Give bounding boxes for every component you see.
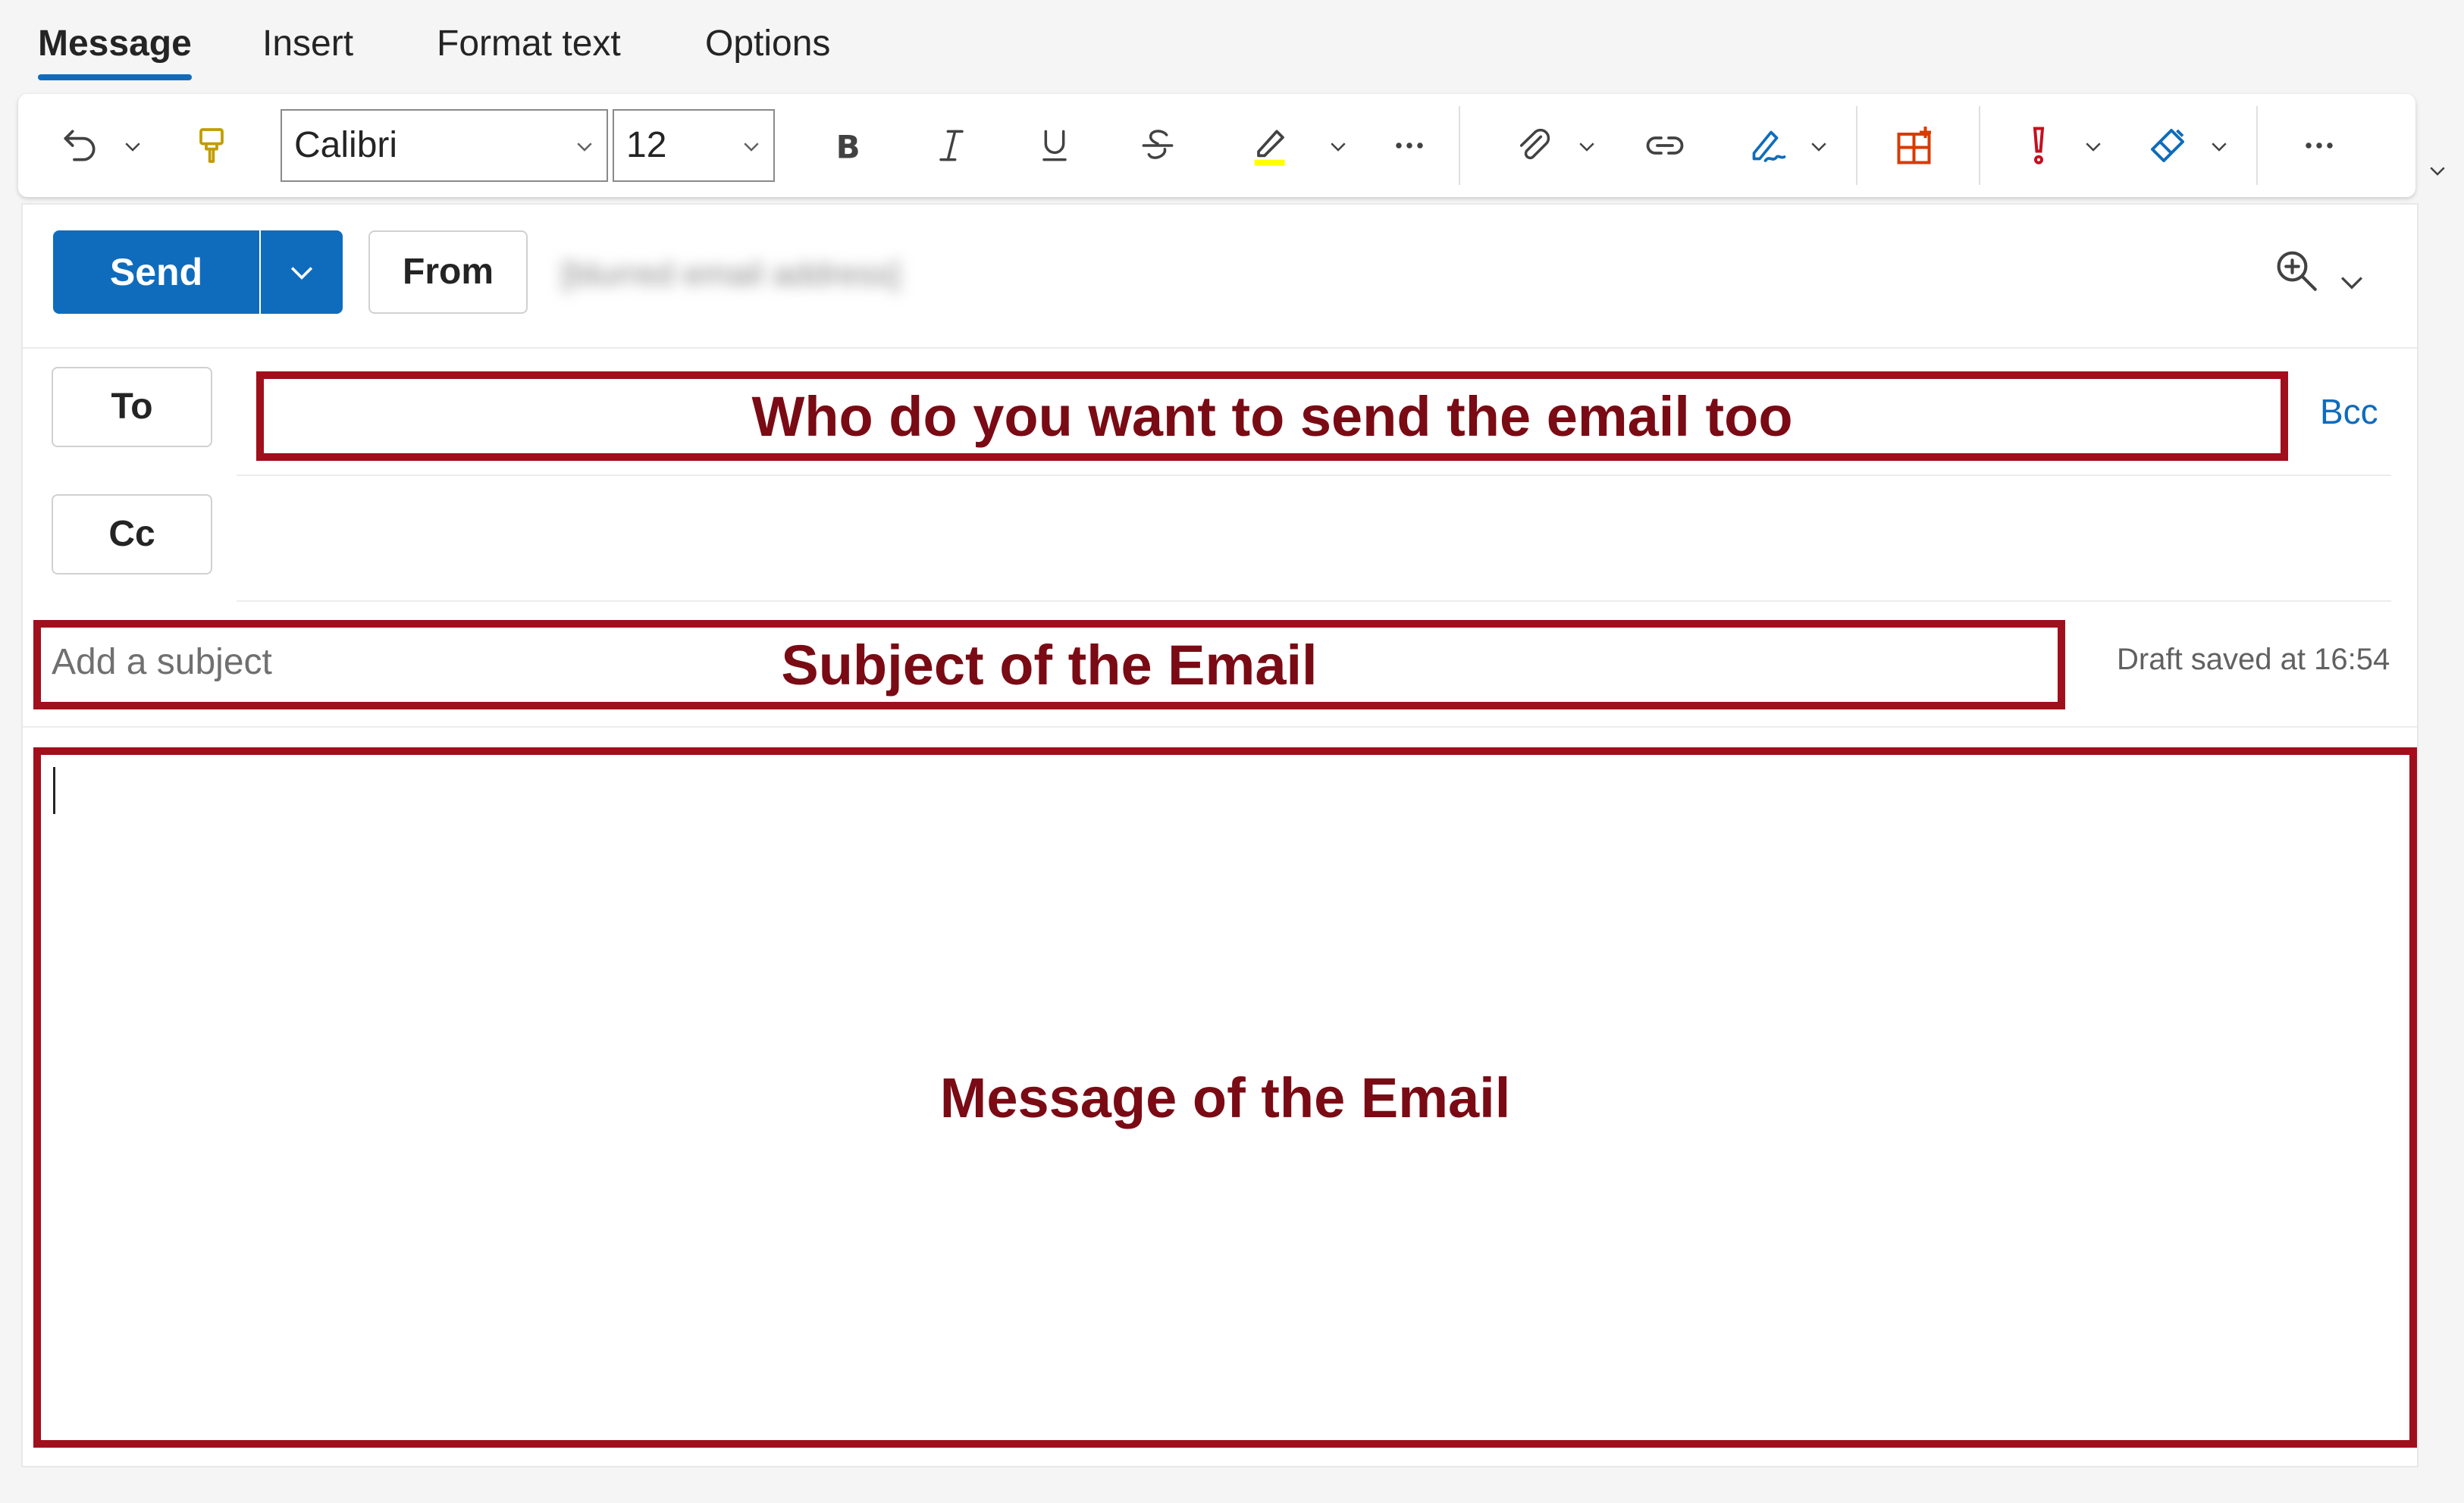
more-options-button[interactable] (2293, 112, 2346, 179)
attach-dropdown-chevron-icon[interactable] (1575, 135, 1598, 158)
cc-button[interactable]: Cc (52, 494, 212, 575)
sensitivity-icon (2151, 129, 2184, 162)
sensitivity-button[interactable] (2141, 112, 2194, 179)
bcc-link[interactable]: Bcc (2320, 391, 2378, 432)
bold-icon: B (836, 128, 861, 165)
zoom-dropdown-chevron-icon[interactable] (2335, 265, 2368, 299)
annotation-subject-text: Subject of the Email (781, 633, 1318, 697)
ribbon-expand-chevron-icon[interactable] (2426, 159, 2449, 182)
undo-dropdown-chevron-icon[interactable] (121, 135, 144, 158)
ribbon-toolbar: Calibri 12 B (18, 94, 2415, 197)
italic-icon (939, 130, 964, 161)
underline-button[interactable] (1028, 112, 1081, 179)
outlook-compose-window: Message Insert Format text Options Calib… (0, 0, 2464, 1503)
undo-button[interactable] (53, 112, 106, 179)
underline-icon (1042, 130, 1067, 161)
chevron-down-icon (290, 267, 313, 280)
importance-icon (2033, 127, 2045, 164)
tab-options[interactable]: Options (705, 17, 830, 85)
tab-insert[interactable]: Insert (262, 17, 353, 85)
highlight-dropdown-chevron-icon[interactable] (1327, 135, 1350, 158)
divider (23, 347, 2417, 349)
from-button[interactable]: From (368, 230, 528, 314)
to-button[interactable]: To (52, 367, 212, 447)
svg-text:B: B (836, 128, 861, 165)
importance-dropdown-chevron-icon[interactable] (2082, 135, 2105, 158)
more-icon (1396, 142, 1423, 149)
toolbar-separator (1979, 106, 1980, 185)
attach-file-button[interactable] (1507, 112, 1560, 179)
draft-saved-status: Draft saved at 16:54 (2117, 643, 2390, 676)
font-size-value: 12 (626, 125, 667, 165)
annotation-message-body: Message of the Email (33, 747, 2417, 1448)
font-family-select[interactable]: Calibri (281, 109, 608, 182)
annotation-subject-field: Subject of the Email (33, 620, 2065, 709)
toolbar-separator (1459, 106, 1460, 185)
highlight-button[interactable] (1240, 112, 1301, 179)
toolbar-separator (1856, 106, 1857, 185)
highlight-icon (1254, 130, 1285, 166)
divider (23, 726, 2417, 728)
apps-button[interactable] (1889, 112, 1942, 179)
send-options-button[interactable] (261, 230, 343, 314)
tab-format-text[interactable]: Format text (437, 17, 621, 85)
annotation-to-text: Who do you want to send the email too (751, 384, 1793, 448)
strikethrough-button[interactable] (1131, 112, 1184, 179)
format-painter-button[interactable] (185, 112, 238, 179)
attach-icon (1519, 128, 1550, 160)
toolbar-separator (2256, 106, 2258, 185)
chevron-down-icon (577, 142, 592, 152)
more-icon (2306, 142, 2333, 149)
more-formatting-button[interactable] (1383, 112, 1436, 179)
sensitivity-dropdown-chevron-icon[interactable] (2208, 135, 2230, 158)
annotation-to-field: Who do you want to send the email too (256, 371, 2288, 461)
undo-icon (64, 130, 96, 161)
font-size-select[interactable]: 12 (613, 109, 775, 182)
tab-message[interactable]: Message (38, 17, 192, 85)
importance-button[interactable] (2012, 112, 2065, 179)
to-field-underline (237, 474, 2391, 476)
annotation-body-text: Message of the Email (939, 1066, 1511, 1129)
apps-icon (1897, 127, 1931, 164)
zoom-icon[interactable] (2271, 246, 2321, 296)
link-icon (1646, 136, 1684, 155)
signature-icon (1752, 130, 1786, 162)
signature-button[interactable] (1741, 112, 1794, 179)
cc-field-underline (237, 600, 2391, 602)
signature-dropdown-chevron-icon[interactable] (1807, 135, 1830, 158)
chevron-down-icon (744, 142, 759, 152)
italic-button[interactable] (925, 112, 978, 179)
from-address: [blurred email address] (561, 255, 901, 293)
format-painter-icon (199, 128, 224, 163)
send-button[interactable]: Send (53, 230, 259, 314)
insert-link-button[interactable] (1636, 112, 1694, 179)
font-family-value: Calibri (294, 125, 398, 165)
strikethrough-icon (1142, 130, 1174, 159)
bold-button[interactable]: B (822, 112, 875, 179)
